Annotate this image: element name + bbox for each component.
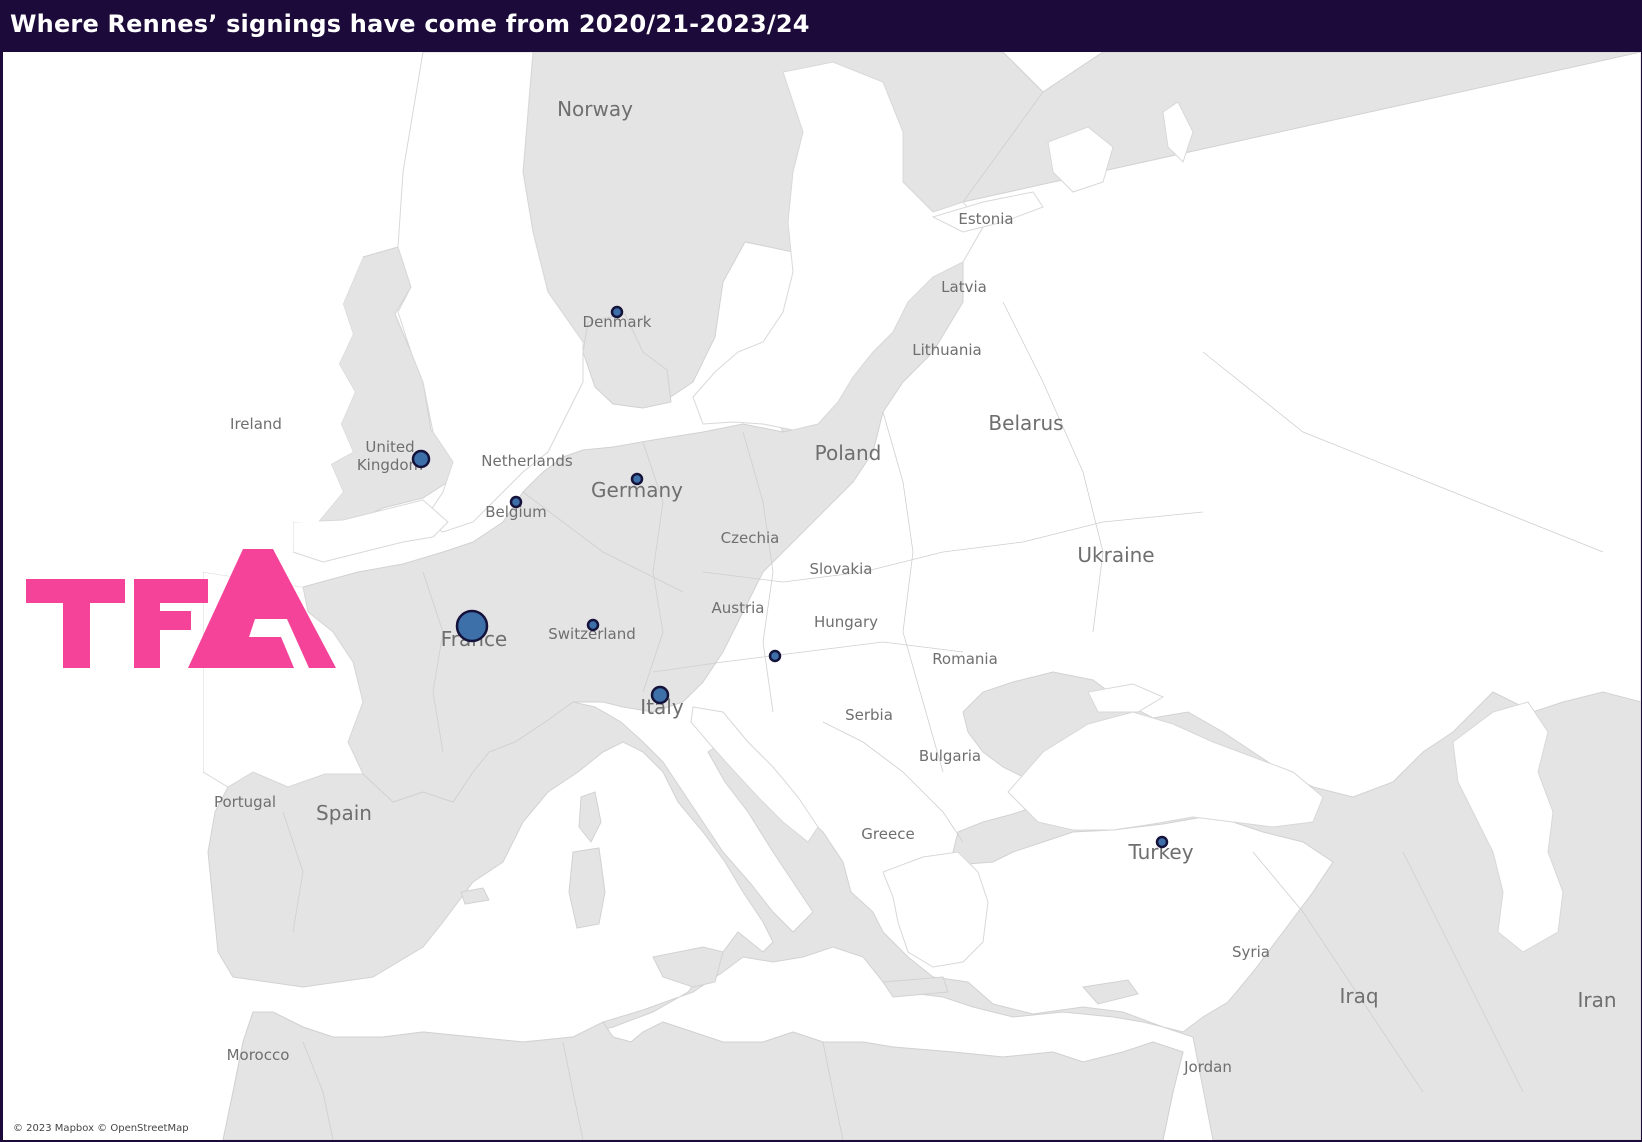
country-label-jordan: Jordan: [1183, 1058, 1232, 1076]
country-label-syria: Syria: [1232, 943, 1270, 961]
map-svg[interactable]: NorwayEstoniaLatviaDenmarkLithuaniaIrela…: [3, 52, 1641, 1140]
country-label-estonia: Estonia: [958, 210, 1013, 228]
signing-bubble-turkey[interactable]: [1155, 835, 1169, 849]
logo-f-top: [134, 579, 208, 603]
country-label-belarus: Belarus: [988, 411, 1063, 435]
signing-bubble-italy[interactable]: [650, 685, 670, 705]
country-label-iraq: Iraq: [1339, 984, 1378, 1008]
country-label-hungary: Hungary: [814, 613, 878, 631]
logo-t-stem: [63, 579, 90, 668]
land-sardinia: [568, 847, 606, 929]
signing-bubble-france[interactable]: [455, 609, 489, 643]
viz-title: Where Rennes’ signings have come from 20…: [10, 10, 810, 38]
country-label-romania: Romania: [932, 650, 998, 668]
country-label-serbia: Serbia: [845, 706, 893, 724]
country-label-slovakia: Slovakia: [810, 560, 873, 578]
country-label-latvia: Latvia: [941, 278, 987, 296]
signing-bubble-denmark[interactable]: [610, 305, 624, 319]
country-label-bulgaria: Bulgaria: [919, 747, 981, 765]
logo-f-mid: [134, 611, 191, 630]
signing-bubble-united-kingdom[interactable]: [411, 449, 431, 469]
country-label-greece: Greece: [861, 825, 914, 843]
title-bar: Where Rennes’ signings have come from 20…: [0, 0, 1642, 52]
signing-bubble-croatia[interactable]: [768, 649, 782, 663]
country-label-ukraine: Ukraine: [1077, 543, 1154, 567]
country-label-spain: Spain: [316, 801, 372, 825]
country-label-austria: Austria: [712, 599, 765, 617]
map-area[interactable]: Norway Estonia Latvia Denmark Lithuania Irela…: [3, 52, 1641, 1140]
signing-bubble-belgium[interactable]: [509, 495, 523, 509]
country-label-morocco: Morocco: [227, 1046, 290, 1064]
country-label-norway: Norway: [557, 97, 633, 121]
signing-bubble-switzerland[interactable]: [586, 618, 600, 632]
country-label-netherlands: Netherlands: [481, 452, 573, 470]
country-label-iran: Iran: [1577, 988, 1616, 1012]
signing-bubble-germany[interactable]: [630, 472, 644, 486]
country-label-ireland: Ireland: [230, 415, 282, 433]
map-attribution[interactable]: © 2023 Mapbox © OpenStreetMap: [13, 1123, 189, 1134]
country-label-lithuania: Lithuania: [912, 341, 981, 359]
country-label-portugal: Portugal: [214, 793, 276, 811]
country-label-czechia: Czechia: [721, 529, 780, 547]
map-viz-frame: Where Rennes’ signings have come from 20…: [0, 0, 1642, 1142]
country-label-poland: Poland: [815, 441, 882, 465]
